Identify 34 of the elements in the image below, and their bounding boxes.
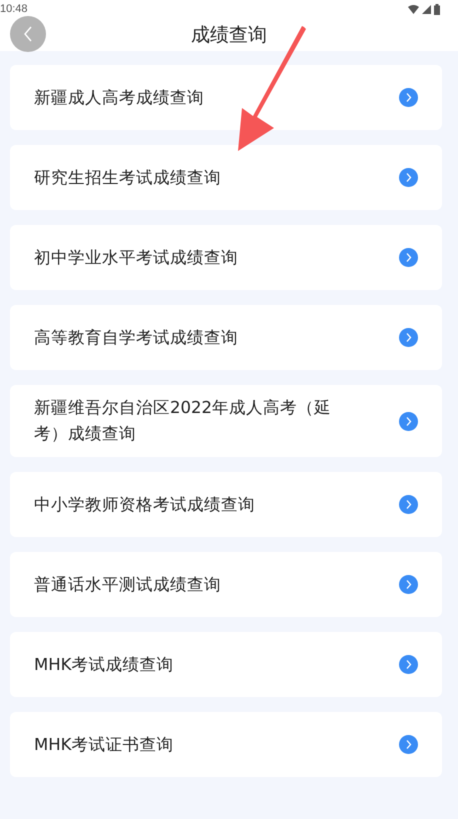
back-button[interactable] xyxy=(10,16,46,52)
item-label: 研究生招生考试成绩查询 xyxy=(34,166,222,188)
battery-icon xyxy=(434,4,440,14)
chevron-right-icon xyxy=(399,655,418,674)
chevron-right-icon xyxy=(399,248,418,267)
chevron-right-icon xyxy=(399,168,418,187)
item-label: MHK考试证书查询 xyxy=(34,734,174,756)
query-list-item[interactable]: MHK考试证书查询 xyxy=(10,712,442,777)
item-label: 普通话水平测试成绩查询 xyxy=(34,574,222,596)
query-list-item[interactable]: MHK考试成绩查询 xyxy=(10,632,442,697)
item-label: 高等教育自学考试成绩查询 xyxy=(34,326,239,348)
query-list-item[interactable]: 普通话水平测试成绩查询 xyxy=(10,552,442,617)
query-list-item[interactable]: 研究生招生考试成绩查询 xyxy=(10,145,442,210)
query-list-item[interactable]: 新疆维吾尔自治区2022年成人高考（延考）成绩查询 xyxy=(10,385,442,457)
item-label: MHK考试成绩查询 xyxy=(34,654,174,676)
chevron-right-icon xyxy=(399,575,418,594)
item-label: 新疆维吾尔自治区2022年成人高考（延考）成绩查询 xyxy=(34,397,332,445)
chevron-right-icon xyxy=(399,328,418,347)
chevron-right-icon xyxy=(399,412,418,430)
query-list-item[interactable]: 高等教育自学考试成绩查询 xyxy=(10,305,442,370)
query-list-item[interactable]: 中小学教师资格考试成绩查询 xyxy=(10,472,442,537)
signal-icon xyxy=(422,4,431,14)
wifi-icon xyxy=(408,4,419,14)
page-title: 成绩查询 xyxy=(191,22,267,48)
item-label: 新疆成人高考成绩查询 xyxy=(34,86,205,108)
back-chevron-icon xyxy=(23,26,33,42)
chevron-right-icon xyxy=(399,495,418,514)
chevron-right-icon xyxy=(399,735,418,754)
chevron-right-icon xyxy=(399,88,418,107)
item-label: 中小学教师资格考试成绩查询 xyxy=(34,494,256,516)
item-label: 初中学业水平考试成绩查询 xyxy=(34,246,239,268)
query-list-item[interactable]: 新疆成人高考成绩查询 xyxy=(10,65,442,130)
query-list-item[interactable]: 初中学业水平考试成绩查询 xyxy=(10,225,442,290)
status-time: 10:48 xyxy=(0,3,28,15)
